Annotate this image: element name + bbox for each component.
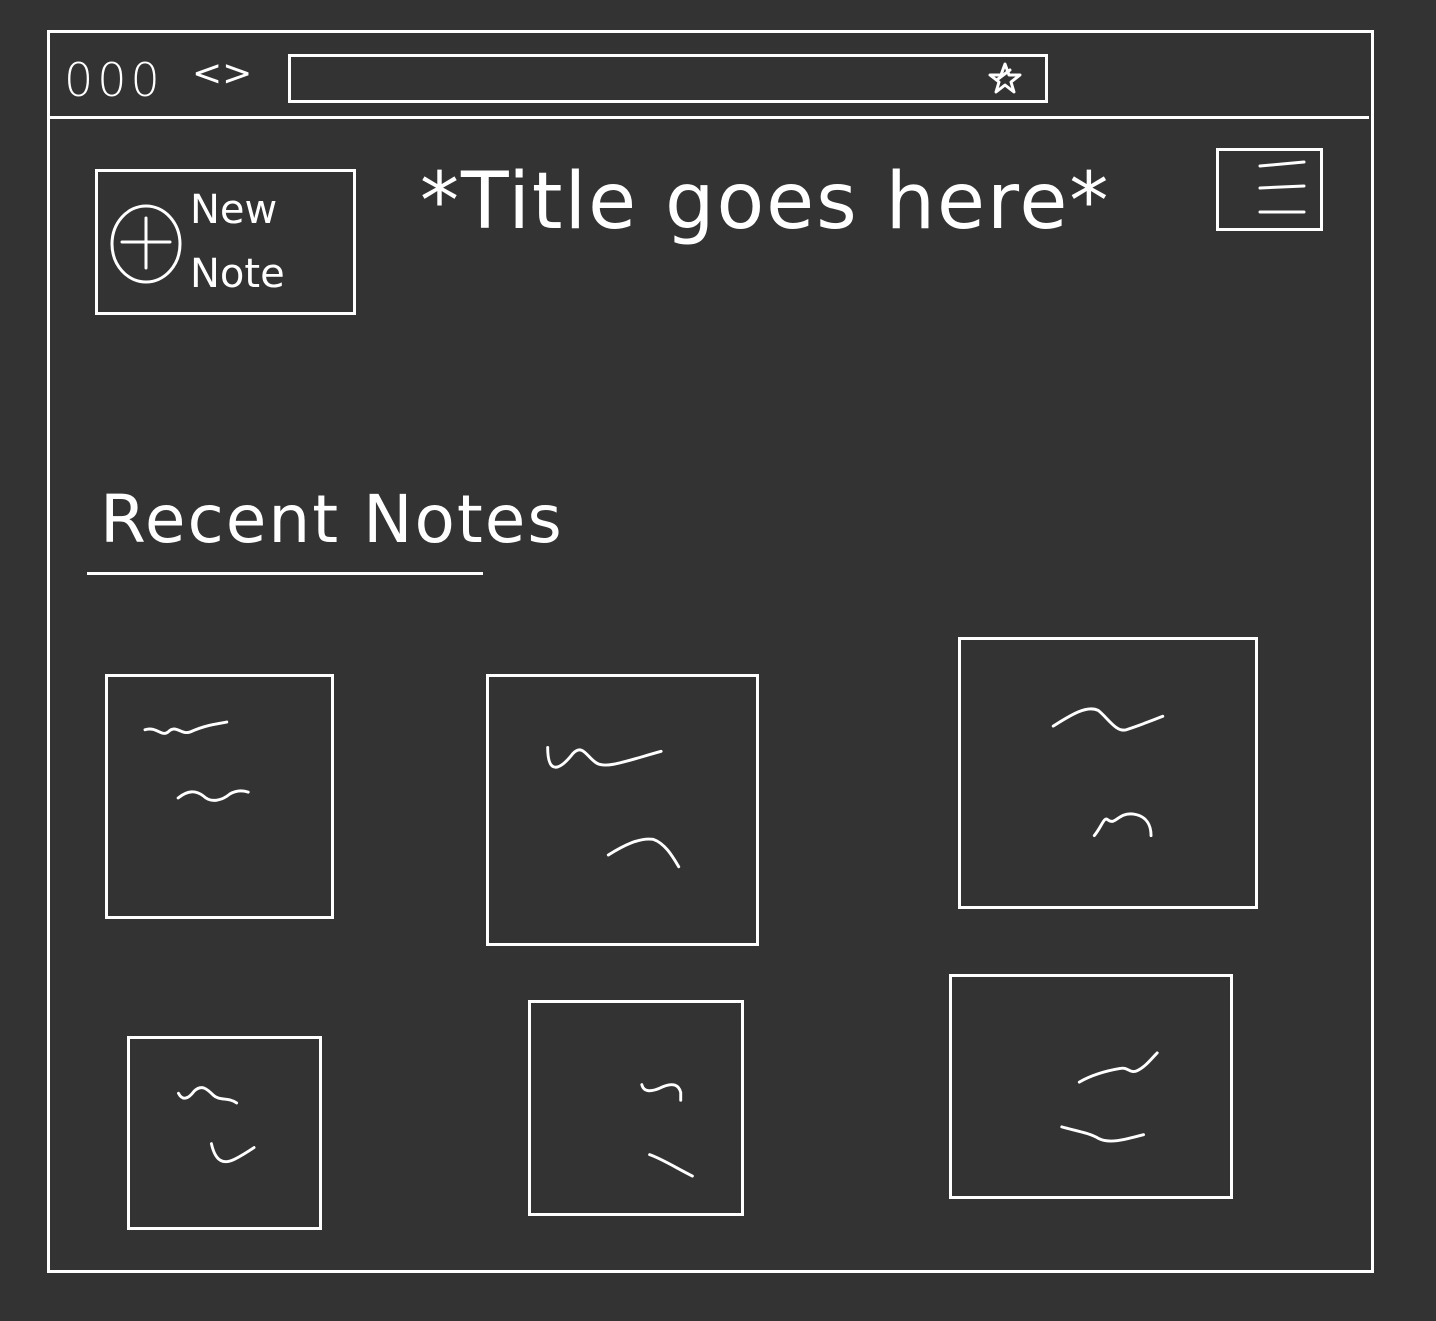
scribble-lines: [1060, 1051, 1159, 1143]
plus-circle-icon: [110, 204, 182, 284]
scribble-lines: [640, 1083, 694, 1178]
new-note-label: New Note: [190, 187, 285, 297]
toolbar-divider: [47, 116, 1369, 119]
address-bar[interactable]: [288, 54, 1048, 103]
scribble-lines: [143, 720, 250, 802]
note-card-6[interactable]: [949, 974, 1233, 1199]
note-card-5[interactable]: [528, 1000, 744, 1216]
page-title: *Title goes here*: [420, 157, 1111, 247]
nav-arrows[interactable]: <>: [192, 52, 252, 96]
note-card-2[interactable]: [486, 674, 759, 946]
recent-notes-heading: Recent Notes: [100, 481, 564, 558]
scribble-lines: [546, 745, 681, 869]
hamburger-menu-icon: [1258, 160, 1306, 214]
note-card-3[interactable]: [958, 637, 1258, 909]
star-icon[interactable]: [986, 58, 1024, 96]
note-card-1[interactable]: [105, 674, 334, 919]
scribble-lines: [1051, 707, 1165, 838]
window-controls[interactable]: 000: [64, 52, 164, 108]
scribble-lines: [177, 1086, 256, 1164]
heading-underline: [87, 572, 483, 575]
note-card-4[interactable]: [127, 1036, 322, 1230]
